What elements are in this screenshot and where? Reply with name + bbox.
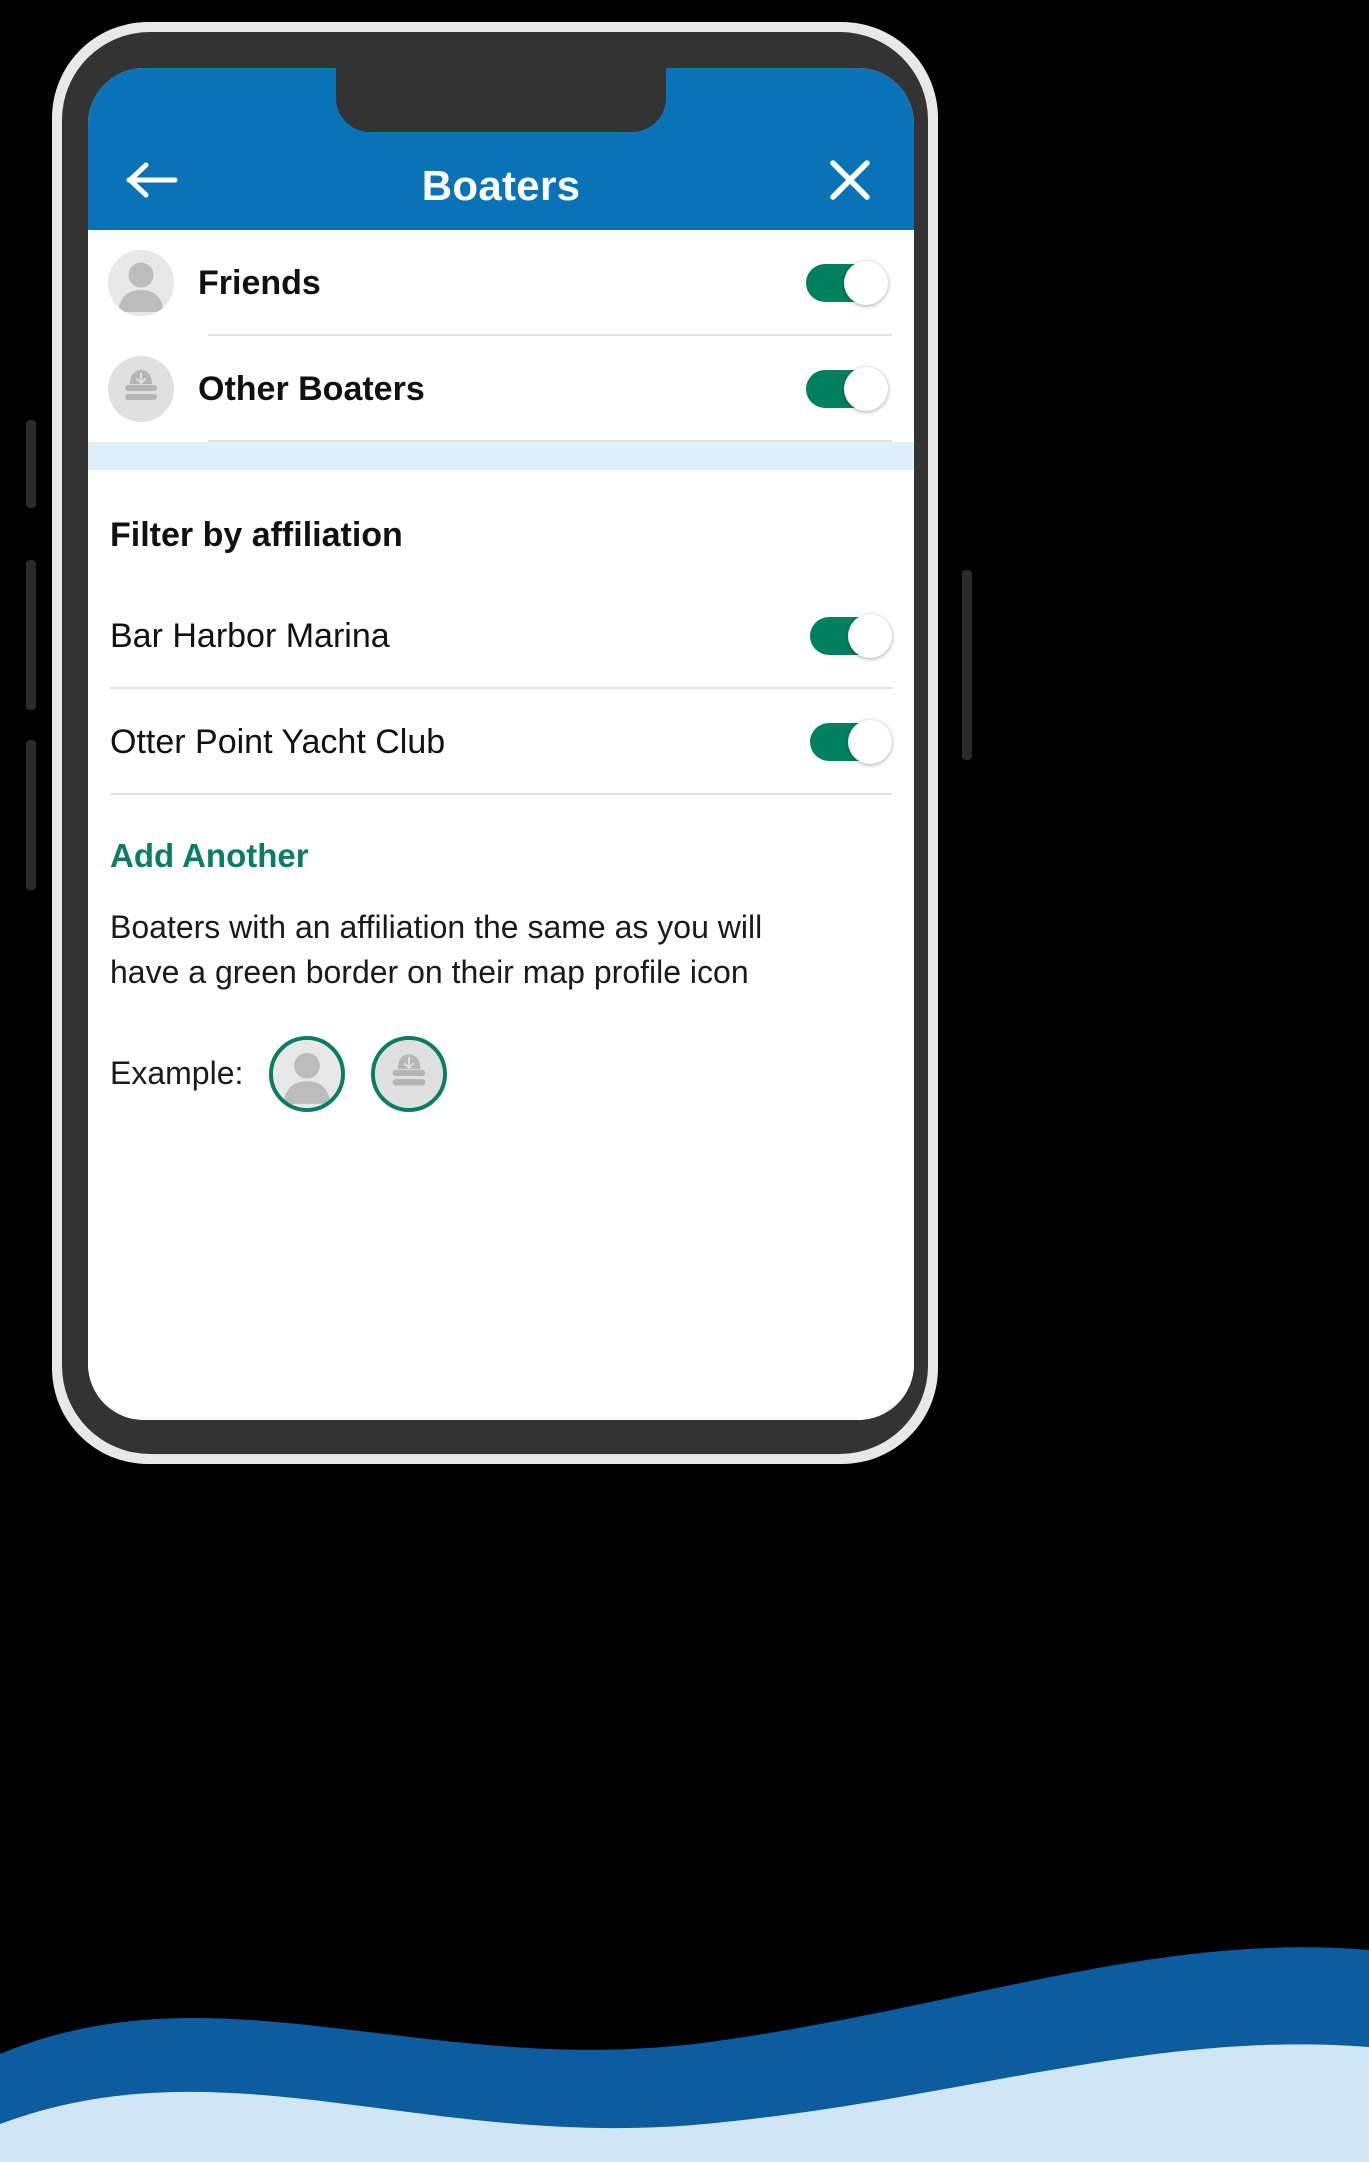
- example-row: Example:: [110, 1035, 892, 1112]
- toggle-knob: [848, 720, 892, 764]
- toggle-knob: [848, 614, 892, 658]
- affiliation-row-bar-harbor-marina[interactable]: Bar Harbor Marina: [110, 583, 892, 689]
- visibility-section: Friends Other Boaters: [88, 230, 914, 442]
- add-another-link[interactable]: Add Another: [110, 837, 309, 875]
- toggle-friends[interactable]: [806, 261, 888, 305]
- captain-hat-icon: [371, 1035, 448, 1112]
- close-x-icon: [827, 157, 873, 203]
- arrow-left-icon: [126, 160, 178, 200]
- affiliation-filter-section: Filter by affiliation Bar Harbor Marina …: [88, 470, 914, 1112]
- phone-screen: Boaters Friends Other Boaters Filter by …: [88, 68, 914, 1420]
- visibility-row-friends[interactable]: Friends: [88, 230, 914, 336]
- row-divider: [208, 440, 892, 442]
- affiliation-label: Otter Point Yacht Club: [110, 722, 446, 761]
- screenshot-stage: Boaters Friends Other Boaters Filter by …: [0, 0, 1369, 2162]
- toggle-knob: [844, 367, 888, 411]
- toggle-bar-harbor-marina[interactable]: [810, 614, 892, 658]
- toggle-knob: [844, 261, 888, 305]
- filter-section-title: Filter by affiliation: [110, 516, 403, 554]
- wave-light-band: [0, 1971, 1369, 2162]
- section-separator-band: [88, 442, 914, 470]
- phone-button-silent[interactable]: [26, 420, 36, 508]
- toggle-other-boaters[interactable]: [806, 367, 888, 411]
- phone-button-volume-up[interactable]: [26, 560, 36, 710]
- close-button[interactable]: [818, 148, 882, 212]
- wave-dark-band: [0, 1947, 1369, 2129]
- visibility-row-other-boaters[interactable]: Other Boaters: [88, 336, 914, 442]
- phone-notch: [336, 68, 666, 132]
- person-avatar-icon: [108, 250, 174, 316]
- captain-hat-icon: [108, 356, 174, 422]
- phone-button-power[interactable]: [962, 570, 972, 760]
- affiliation-label: Bar Harbor Marina: [110, 616, 390, 655]
- row-divider: [110, 793, 892, 795]
- affiliation-description: Boaters with an affiliation the same as …: [110, 909, 763, 991]
- toggle-otter-point-yacht-club[interactable]: [810, 720, 892, 764]
- person-avatar-icon: [269, 1035, 346, 1112]
- visibility-label: Other Boaters: [198, 369, 425, 408]
- affiliation-row-otter-point-yacht-club[interactable]: Otter Point Yacht Club: [110, 689, 892, 795]
- example-label: Example:: [110, 1055, 244, 1092]
- page-title: Boaters: [421, 162, 581, 209]
- bottom-wave-decoration: [0, 1947, 1369, 2162]
- visibility-label: Friends: [198, 263, 321, 302]
- settings-content: Friends Other Boaters Filter by affiliat…: [88, 230, 914, 1420]
- phone-button-volume-down[interactable]: [26, 740, 36, 890]
- back-button[interactable]: [120, 148, 184, 212]
